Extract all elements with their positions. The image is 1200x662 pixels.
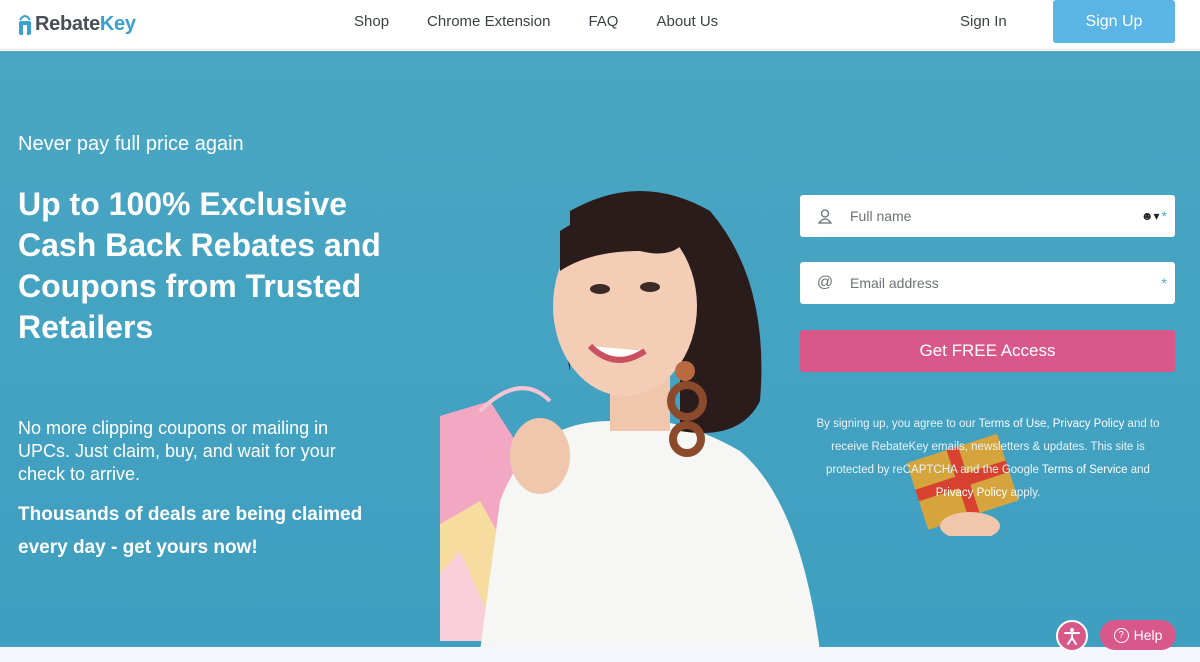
legal-notice: By signing up, you agree to our Terms of… [808,413,1168,505]
help-label: Help [1133,627,1163,643]
email-input[interactable] [850,275,1162,291]
hero-callout: Thousands of deals are being claimed eve… [18,504,363,558]
legal-text: apply. [1007,487,1041,499]
site-header: RebateKey Shop Chrome Extension FAQ Abou… [0,0,1200,50]
at-sign-icon: @ [816,274,834,291]
hero-section: Never pay full price again Up to 100% Ex… [0,51,1200,647]
privacy-policy-link[interactable]: Privacy Policy [1053,418,1125,430]
accessibility-button[interactable] [1056,620,1088,652]
accessibility-person-icon [1064,628,1080,645]
question-circle-icon: ? [1113,627,1129,643]
required-marker: * [1161,275,1167,291]
required-marker: * [1161,208,1167,224]
email-field[interactable]: @ * [800,262,1175,304]
hero-body-text: No more clipping coupons or mailing in U… [18,418,336,484]
hero-headline: Up to 100% Exclusive Cash Back Rebates a… [18,186,381,345]
autofill-contact-icon[interactable]: ☻▾ [1141,209,1160,223]
terms-of-use-link[interactable]: Terms of Use [979,418,1047,430]
page-bottom-strip [0,647,1200,662]
help-button[interactable]: ? Help [1100,620,1176,650]
woman-with-shopping-bags-image [440,191,820,647]
sign-in-link[interactable]: Sign In [960,13,1007,30]
terms-of-service-link[interactable]: Terms of Service [1042,464,1128,476]
google-privacy-policy-link[interactable]: Privacy Policy [936,487,1008,499]
get-free-access-button[interactable]: Get FREE Access [800,330,1175,372]
legal-text: and [1127,464,1150,476]
sign-up-button[interactable]: Sign Up [1053,0,1175,43]
main-nav: Shop Chrome Extension FAQ About Us [354,13,756,31]
nav-chrome-extension[interactable]: Chrome Extension [427,13,550,31]
legal-text: By signing up, you agree to our [816,418,979,430]
full-name-field[interactable]: ☻▾ * [800,195,1175,237]
logo-text: RebateKey [35,12,136,35]
rebatekey-logo[interactable]: RebateKey [18,9,136,39]
nav-shop[interactable]: Shop [354,13,389,31]
nav-about-us[interactable]: About Us [656,13,718,31]
nav-faq[interactable]: FAQ [588,13,618,31]
user-icon [800,208,850,224]
full-name-input[interactable] [850,208,1141,224]
logo-icon [19,15,31,35]
hero-tagline: Never pay full price again [18,133,244,155]
